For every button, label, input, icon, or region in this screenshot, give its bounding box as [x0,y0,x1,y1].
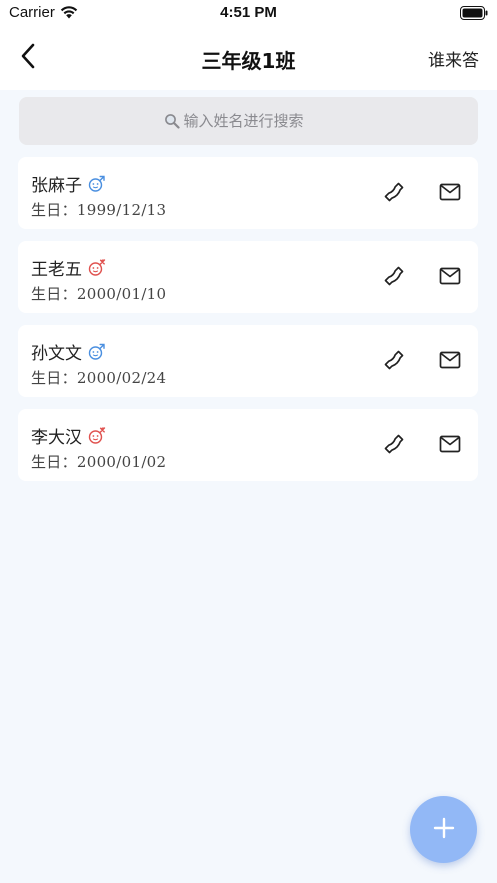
phone-icon [383,181,405,207]
chevron-left-icon [20,43,36,73]
search-bar[interactable] [19,97,478,145]
call-button[interactable] [381,433,407,459]
student-name: 张麻子 [31,176,82,196]
birthday-label: 生日： [31,369,77,387]
birthday-label: 生日： [31,285,77,303]
mail-icon [439,183,461,205]
student-card[interactable]: 孙文文 生日：2000/02/24 [18,325,478,397]
male-icon [88,343,106,361]
search-icon [164,113,180,129]
birthday-row: 生日：1999/12/13 [31,199,166,220]
search-input[interactable] [183,112,334,130]
student-name: 李大汉 [31,428,82,448]
student-name: 王老五 [31,260,82,280]
birthday-label: 生日： [31,453,77,471]
plus-icon [433,817,455,843]
who-answers-button[interactable]: 谁来答 [428,46,479,71]
birthday-value: 1999/12/13 [76,201,167,219]
student-card[interactable]: 王老五 生日：2000/01/10 [18,241,478,313]
call-button[interactable] [381,349,407,375]
nav-bar: 三年级1班 谁来答 [0,26,497,90]
birthday-value: 2000/02/24 [76,369,167,387]
message-button[interactable] [437,433,463,459]
female-icon [88,258,106,277]
student-card[interactable]: 张麻子 生日：1999/12/13 [18,157,478,229]
student-name: 孙文文 [31,344,82,364]
call-button[interactable] [381,265,407,291]
back-button[interactable] [12,40,44,76]
page-title: 三年级1班 [201,49,296,73]
birthday-row: 生日：2000/01/10 [31,283,166,304]
mail-icon [439,435,461,457]
birthday-value: 2000/01/02 [76,453,167,471]
birthday-value: 2000/01/10 [76,285,167,303]
battery-icon [460,5,488,24]
status-bar: Carrier 4:51 PM [0,0,497,26]
message-button[interactable] [437,265,463,291]
phone-icon [383,349,405,375]
student-card[interactable]: 李大汉 生日：2000/01/02 [18,409,478,481]
mail-icon [439,351,461,373]
add-student-button[interactable] [410,796,477,863]
birthday-label: 生日： [31,201,77,219]
message-button[interactable] [437,349,463,375]
male-icon [88,175,106,193]
message-button[interactable] [437,181,463,207]
phone-icon [383,433,405,459]
phone-icon [383,265,405,291]
call-button[interactable] [381,181,407,207]
mail-icon [439,267,461,289]
birthday-row: 生日：2000/02/24 [31,367,166,388]
female-icon [88,426,106,445]
status-time: 4:51 PM [220,4,277,21]
birthday-row: 生日：2000/01/02 [31,451,166,472]
